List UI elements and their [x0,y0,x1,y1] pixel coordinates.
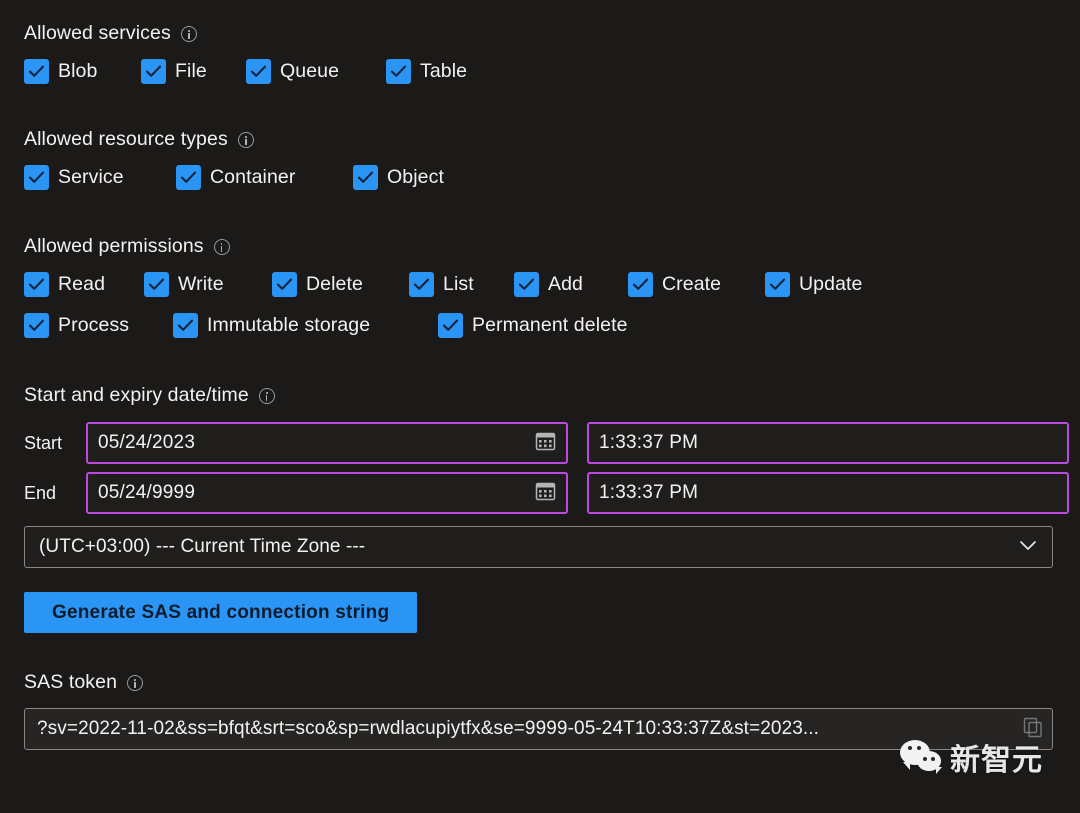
checkbox-read[interactable] [24,272,49,297]
checkbox-label-create: Create [662,273,721,296]
allowed-resource-types-section: Allowed resource types Service Container… [0,84,1080,190]
allowed-permissions-row-1: Read Write Delete List Add Create [24,272,1080,297]
end-label: End [24,483,86,504]
sas-token-section: SAS token [0,633,1080,697]
info-icon[interactable] [127,675,143,691]
checkbox-immutable-storage[interactable] [173,313,198,338]
checkbox-label-permanent-delete: Permanent delete [472,314,628,337]
sas-token-title: SAS token [24,671,117,694]
checkbox-item-blob[interactable]: Blob [24,59,141,84]
allowed-resource-types-header: Allowed resource types [24,124,1080,154]
info-icon[interactable] [259,388,275,404]
end-datetime-row: End 05/24/9999 1:33:37 PM [0,472,1080,514]
checkbox-item-add[interactable]: Add [514,272,628,297]
checkbox-permanent-delete[interactable] [438,313,463,338]
sas-token-input[interactable]: ?sv=2022-11-02&ss=bfqt&srt=sco&sp=rwdlac… [24,708,1053,750]
checkbox-item-delete[interactable]: Delete [272,272,409,297]
sas-token-header: SAS token [24,667,1080,697]
start-date-value: 05/24/2023 [98,432,535,454]
checkbox-file[interactable] [141,59,166,84]
checkbox-queue[interactable] [246,59,271,84]
checkbox-label-queue: Queue [280,60,339,83]
checkbox-label-add: Add [548,273,583,296]
allowed-resource-types-title: Allowed resource types [24,128,228,151]
sas-token-value: ?sv=2022-11-02&ss=bfqt&srt=sco&sp=rwdlac… [37,718,1022,740]
start-expiry-header: Start and expiry date/time [24,380,1080,410]
sas-configuration-panel: Allowed services Blob File Queue Table [0,0,1080,813]
checkbox-label-object: Object [387,166,444,189]
info-icon[interactable] [214,239,230,255]
checkbox-item-permanent-delete[interactable]: Permanent delete [438,313,628,338]
checkbox-delete[interactable] [272,272,297,297]
timezone-select[interactable]: (UTC+03:00) --- Current Time Zone --- [24,526,1053,568]
checkbox-item-create[interactable]: Create [628,272,765,297]
checkbox-item-service[interactable]: Service [24,165,176,190]
checkbox-item-object[interactable]: Object [353,165,444,190]
allowed-permissions-row-2: Process Immutable storage Permanent dele… [24,313,1080,338]
allowed-services-checkbox-row: Blob File Queue Table [24,59,1080,84]
checkbox-label-delete: Delete [306,273,363,296]
checkbox-item-write[interactable]: Write [144,272,272,297]
start-time-value: 1:33:37 PM [599,432,1057,454]
calendar-icon[interactable] [535,430,556,456]
checkbox-blob[interactable] [24,59,49,84]
chevron-down-icon[interactable] [1016,533,1040,562]
checkbox-label-process: Process [58,314,129,337]
checkbox-label-read: Read [58,273,105,296]
checkbox-update[interactable] [765,272,790,297]
checkbox-label-table: Table [420,60,467,83]
checkbox-container[interactable] [176,165,201,190]
checkbox-create[interactable] [628,272,653,297]
checkbox-label-container: Container [210,166,295,189]
checkbox-item-container[interactable]: Container [176,165,353,190]
checkbox-item-update[interactable]: Update [765,272,862,297]
checkbox-service[interactable] [24,165,49,190]
checkbox-label-service: Service [58,166,124,189]
end-date-input[interactable]: 05/24/9999 [86,472,568,514]
start-time-input[interactable]: 1:33:37 PM [587,422,1069,464]
end-time-value: 1:33:37 PM [599,482,1057,504]
checkbox-list[interactable] [409,272,434,297]
allowed-permissions-header: Allowed permissions [24,231,1080,261]
checkbox-label-file: File [175,60,207,83]
checkbox-table[interactable] [386,59,411,84]
allowed-permissions-title: Allowed permissions [24,235,204,258]
allowed-services-title: Allowed services [24,22,171,45]
info-icon[interactable] [238,132,254,148]
checkbox-item-process[interactable]: Process [24,313,173,338]
allowed-services-section: Allowed services Blob File Queue Table [0,0,1080,84]
checkbox-process[interactable] [24,313,49,338]
allowed-resource-types-checkbox-row: Service Container Object [24,165,1080,190]
checkbox-item-list[interactable]: List [409,272,514,297]
info-icon[interactable] [181,26,197,42]
checkbox-label-blob: Blob [58,60,97,83]
end-time-input[interactable]: 1:33:37 PM [587,472,1069,514]
checkbox-label-write: Write [178,273,224,296]
start-expiry-title: Start and expiry date/time [24,384,249,407]
checkbox-item-table[interactable]: Table [386,59,467,84]
calendar-icon[interactable] [535,480,556,506]
checkbox-item-file[interactable]: File [141,59,246,84]
checkbox-write[interactable] [144,272,169,297]
checkbox-item-queue[interactable]: Queue [246,59,386,84]
allowed-permissions-section: Allowed permissions Read Write Delete Li… [0,190,1080,338]
checkbox-item-read[interactable]: Read [24,272,144,297]
checkbox-add[interactable] [514,272,539,297]
checkbox-item-immutable-storage[interactable]: Immutable storage [173,313,438,338]
start-date-input[interactable]: 05/24/2023 [86,422,568,464]
start-datetime-row: Start 05/24/2023 1:33:37 PM [0,422,1080,464]
end-date-value: 05/24/9999 [98,482,535,504]
generate-sas-button[interactable]: Generate SAS and connection string [24,592,417,633]
checkbox-label-immutable-storage: Immutable storage [207,314,370,337]
checkbox-label-list: List [443,273,474,296]
copy-icon[interactable] [1022,716,1044,743]
allowed-services-header: Allowed services [24,18,1080,48]
checkbox-label-update: Update [799,273,862,296]
checkbox-object[interactable] [353,165,378,190]
timezone-value: (UTC+03:00) --- Current Time Zone --- [39,536,1016,558]
start-label: Start [24,433,86,454]
start-expiry-section: Start and expiry date/time [0,338,1080,410]
